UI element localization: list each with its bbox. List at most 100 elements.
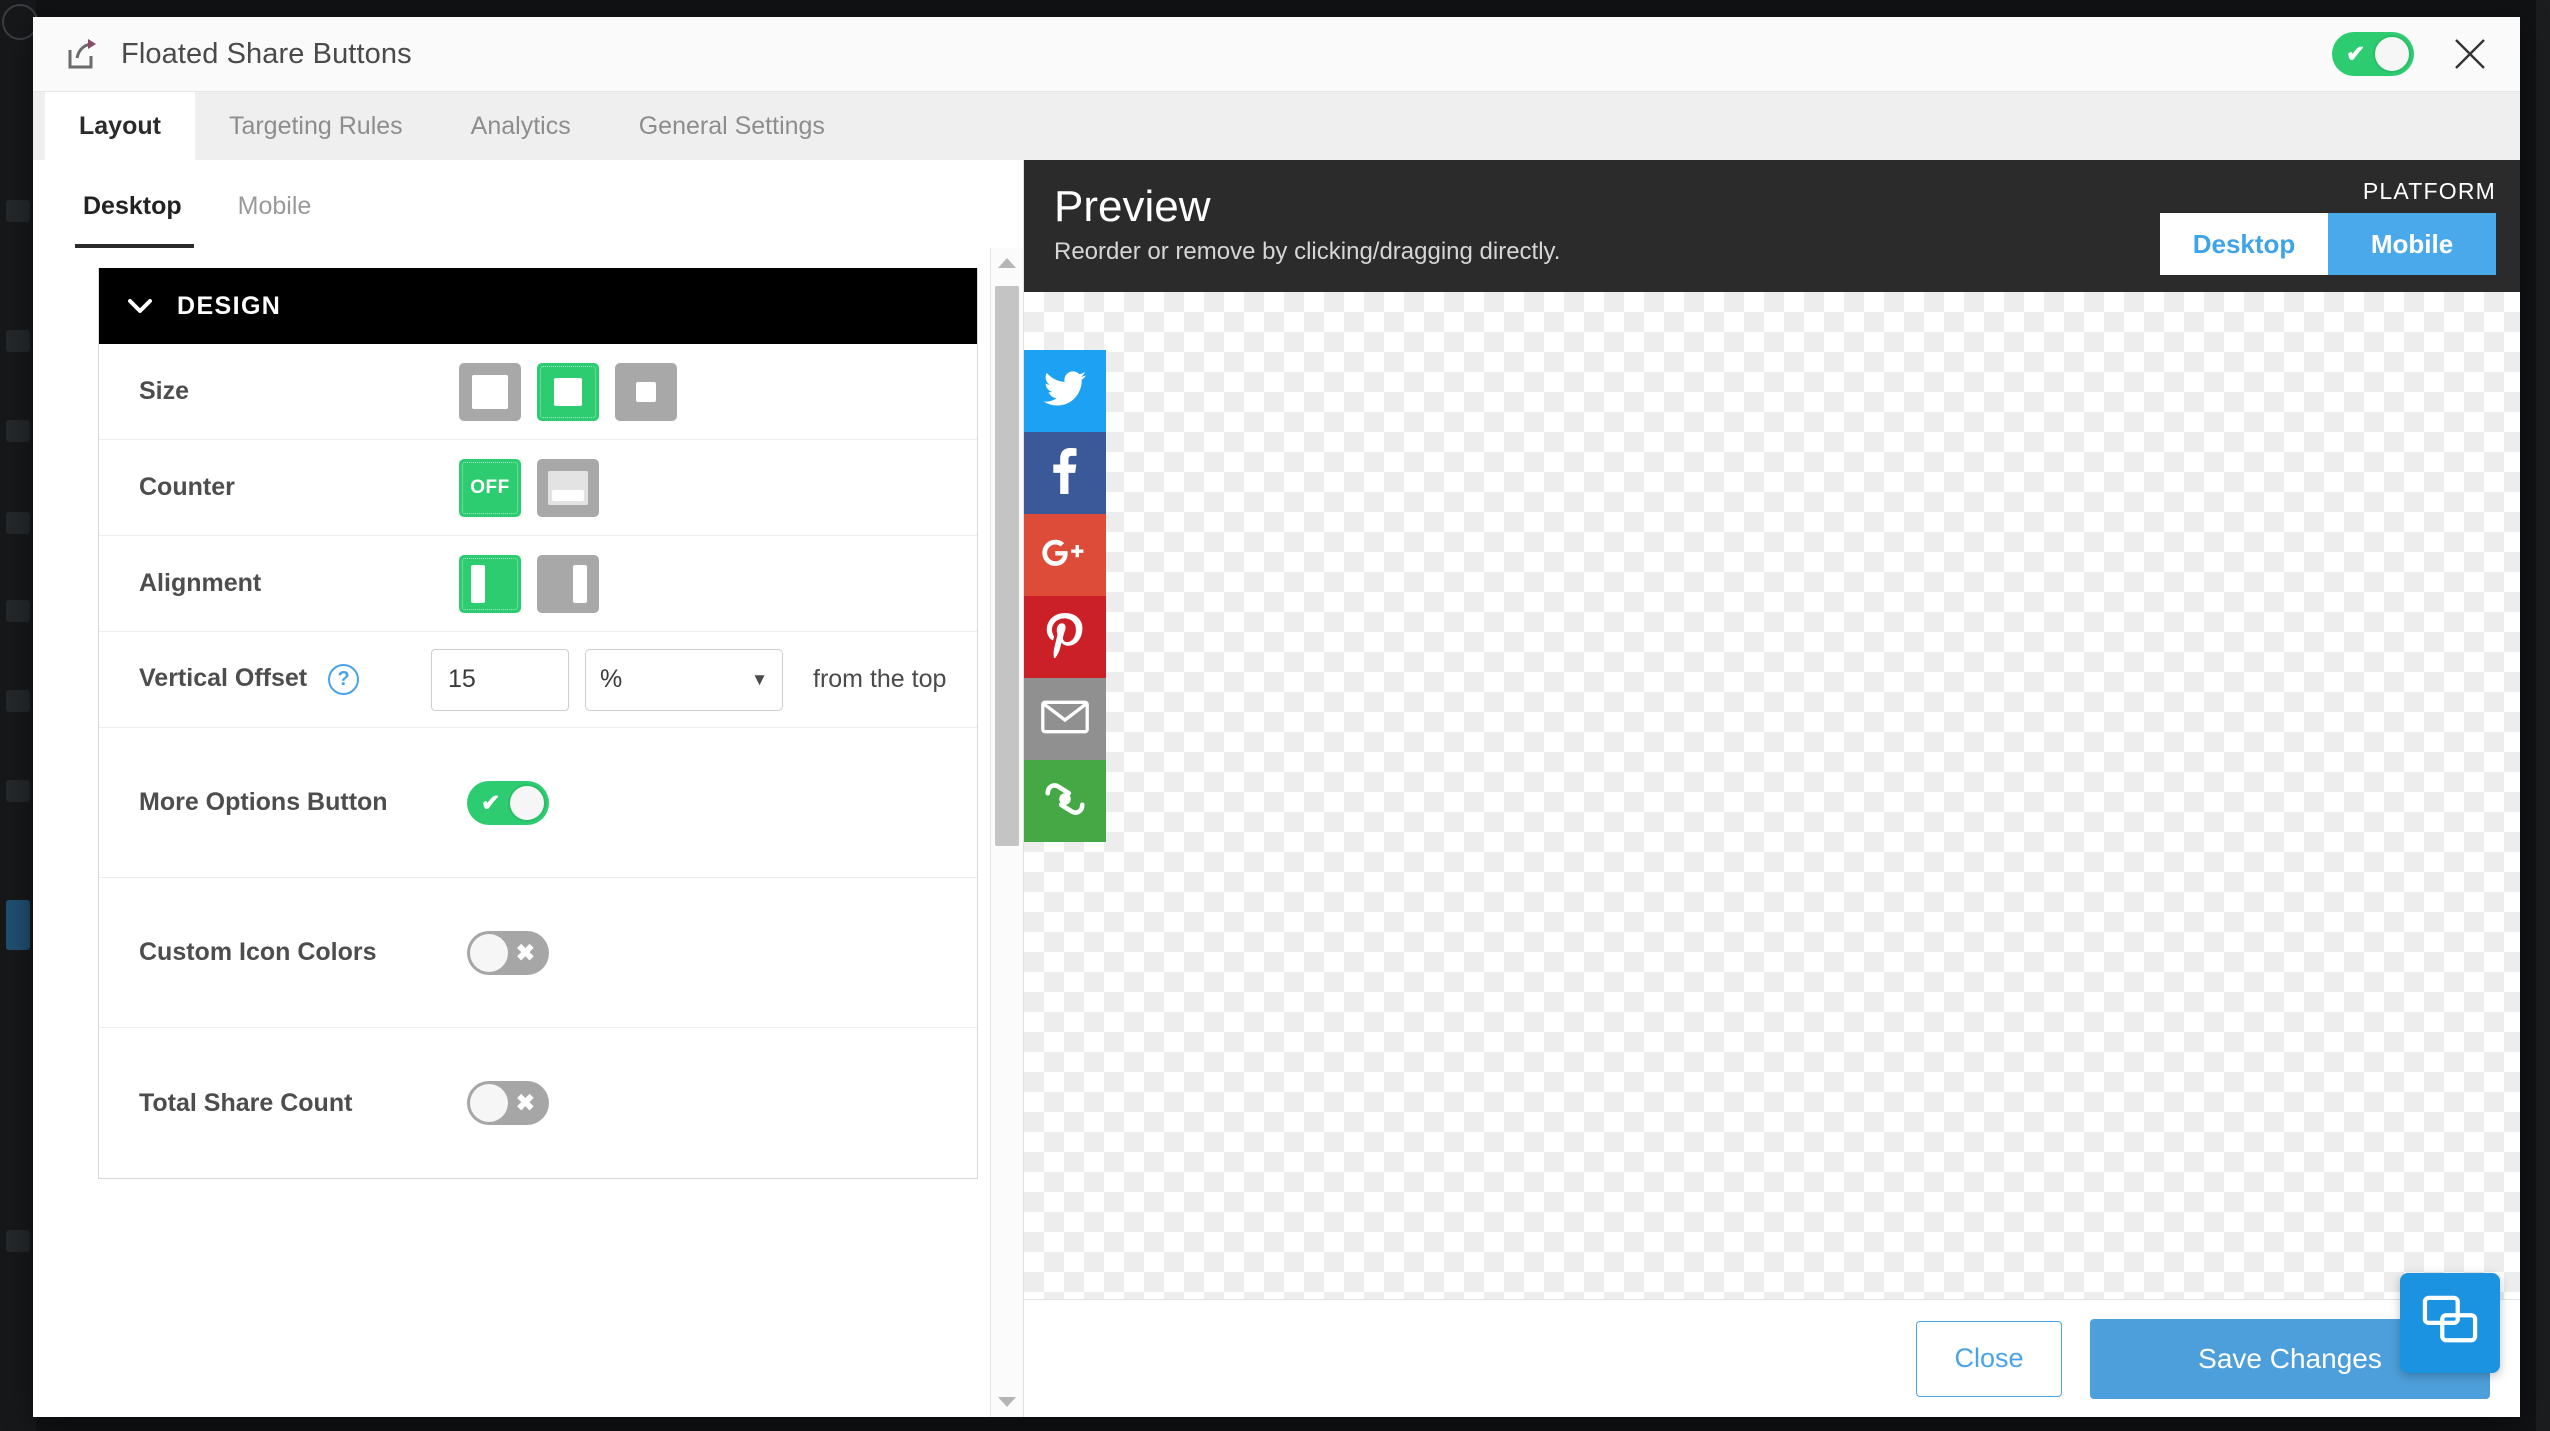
background-right-strip	[2536, 0, 2550, 1431]
share-icon	[65, 37, 99, 71]
chevron-down-icon: ▼	[751, 669, 768, 689]
align-left-icon	[471, 564, 485, 603]
background-rail-item	[6, 1230, 30, 1252]
total-share-count-label: Total Share Count	[139, 1088, 353, 1117]
subtab-desktop[interactable]: Desktop	[75, 192, 230, 248]
background-rail-item	[6, 512, 30, 534]
platform-desktop-button[interactable]: Desktop	[2160, 213, 2328, 275]
googleplus-share-button[interactable]	[1024, 514, 1106, 596]
close-button[interactable]: Close	[1916, 1320, 2062, 1397]
background-rail-item	[6, 330, 30, 352]
screen-root: Floated Share Buttons ✔ Layout Targeting…	[0, 0, 2550, 1431]
tab-general-settings[interactable]: General Settings	[605, 92, 859, 160]
custom-icon-colors-label: Custom Icon Colors	[139, 938, 377, 966]
twitter-share-button[interactable]	[1024, 350, 1106, 432]
row-custom-icon-colors: Custom Icon Colors ✖	[99, 878, 977, 1028]
subtab-mobile[interactable]: Mobile	[230, 192, 360, 248]
scroll-up-arrow-icon[interactable]	[991, 248, 1023, 278]
custom-icon-colors-toggle[interactable]: ✖	[467, 930, 549, 975]
vertical-offset-unit-select[interactable]: % ▼	[585, 648, 783, 711]
preview-title: Preview	[1054, 182, 1211, 231]
row-vertical-offset: Vertical Offset ? % ▼ from the top	[99, 632, 977, 728]
settings-scroll-area: DESIGN Size Counter OFF Alignment Vertic…	[33, 248, 1023, 1417]
scrollbar-thumb[interactable]	[995, 286, 1019, 846]
counter-options: OFF	[459, 458, 599, 517]
tool-enabled-toggle[interactable]: ✔	[2332, 32, 2414, 76]
large-square-icon	[472, 374, 508, 409]
counter-off-text: OFF	[470, 476, 510, 498]
pinterest-icon	[1042, 612, 1088, 663]
small-square-icon	[636, 381, 656, 402]
alignment-options	[459, 554, 599, 613]
more-options-label: More Options Button	[139, 788, 388, 816]
vertical-offset-label-wrap: Vertical Offset ?	[139, 664, 399, 695]
modal-body: Desktop Mobile DESIGN Size Counter OFF A…	[33, 160, 2520, 1417]
chat-widget-button[interactable]	[2400, 1273, 2500, 1373]
size-label: Size	[139, 377, 190, 405]
preview-heading-block: Preview Reorder or remove by clicking/dr…	[1054, 182, 1560, 266]
envelope-icon	[1041, 699, 1089, 740]
scroll-down-arrow-icon[interactable]	[991, 1387, 1023, 1417]
size-small-option[interactable]	[615, 362, 677, 421]
align-right-icon	[573, 564, 587, 603]
size-medium-option[interactable]	[537, 362, 599, 421]
alignment-label: Alignment	[139, 569, 262, 597]
more-options-toggle[interactable]: ✔	[467, 780, 549, 825]
page-title: Floated Share Buttons	[121, 37, 412, 70]
background-rail-item-active	[6, 900, 30, 950]
row-alignment: Alignment	[99, 536, 977, 632]
platform-switcher: PLATFORM Desktop Mobile	[2160, 178, 2496, 275]
size-options	[459, 362, 677, 421]
preview-canvas	[1024, 292, 2520, 1417]
check-icon: ✔	[481, 789, 501, 815]
platform-label: PLATFORM	[2362, 178, 2496, 204]
align-left-option[interactable]	[459, 554, 521, 613]
vertical-offset-unit-value: %	[600, 665, 623, 693]
counter-label: Counter	[139, 473, 235, 501]
design-card: DESIGN Size Counter OFF Alignment Vertic…	[98, 268, 978, 1179]
tab-layout[interactable]: Layout	[45, 92, 195, 160]
modal-footer: Close Save Changes	[1024, 1299, 2520, 1417]
email-share-button[interactable]	[1024, 678, 1106, 760]
design-section-header[interactable]: DESIGN	[99, 268, 977, 344]
align-right-option[interactable]	[537, 554, 599, 613]
close-icon[interactable]	[2450, 34, 2490, 74]
cross-icon: ✖	[515, 939, 535, 965]
pinterest-share-button[interactable]	[1024, 596, 1106, 678]
counter-off-option[interactable]: OFF	[459, 458, 521, 517]
question-mark-icon[interactable]: ?	[328, 664, 360, 695]
chevron-down-icon	[127, 298, 153, 314]
total-share-count-toggle[interactable]: ✖	[467, 1081, 549, 1125]
counter-bubble-icon	[548, 470, 588, 505]
modal-titlebar: Floated Share Buttons ✔	[33, 17, 2520, 92]
settings-panel: Desktop Mobile DESIGN Size Counter OFF A…	[33, 160, 1024, 1417]
floated-share-stack	[1024, 350, 1106, 842]
preview-header: Preview Reorder or remove by clicking/dr…	[1024, 160, 2520, 292]
tab-targeting-rules[interactable]: Targeting Rules	[195, 92, 437, 160]
medium-square-icon	[554, 377, 582, 406]
platform-mobile-button[interactable]: Mobile	[2328, 213, 2496, 275]
design-section-title: DESIGN	[177, 291, 282, 320]
main-tabs: Layout Targeting Rules Analytics General…	[33, 92, 2520, 160]
facebook-icon	[1042, 447, 1088, 499]
settings-scrollbar[interactable]	[990, 248, 1023, 1417]
chat-bubbles-icon	[2421, 1294, 2479, 1353]
vertical-offset-label: Vertical Offset	[139, 664, 308, 693]
vertical-offset-controls: % ▼ from the top	[431, 648, 947, 711]
titlebar-actions: ✔	[2332, 32, 2490, 76]
counter-on-option[interactable]	[537, 458, 599, 517]
facebook-share-button[interactable]	[1024, 432, 1106, 514]
cross-icon: ✖	[515, 1089, 535, 1116]
size-large-option[interactable]	[459, 362, 521, 421]
platform-buttons: Desktop Mobile	[2160, 213, 2496, 275]
row-size: Size	[99, 344, 977, 440]
floated-share-buttons-modal: Floated Share Buttons ✔ Layout Targeting…	[33, 17, 2520, 1417]
platform-subtabs: Desktop Mobile	[33, 160, 1023, 248]
background-rail-item	[6, 780, 30, 802]
row-counter: Counter OFF	[99, 440, 977, 536]
addthis-share-button[interactable]	[1024, 760, 1106, 842]
preview-panel: Preview Reorder or remove by clicking/dr…	[1024, 160, 2520, 1417]
vertical-offset-suffix: from the top	[813, 665, 947, 693]
vertical-offset-input[interactable]	[431, 648, 569, 711]
tab-analytics[interactable]: Analytics	[437, 92, 605, 160]
